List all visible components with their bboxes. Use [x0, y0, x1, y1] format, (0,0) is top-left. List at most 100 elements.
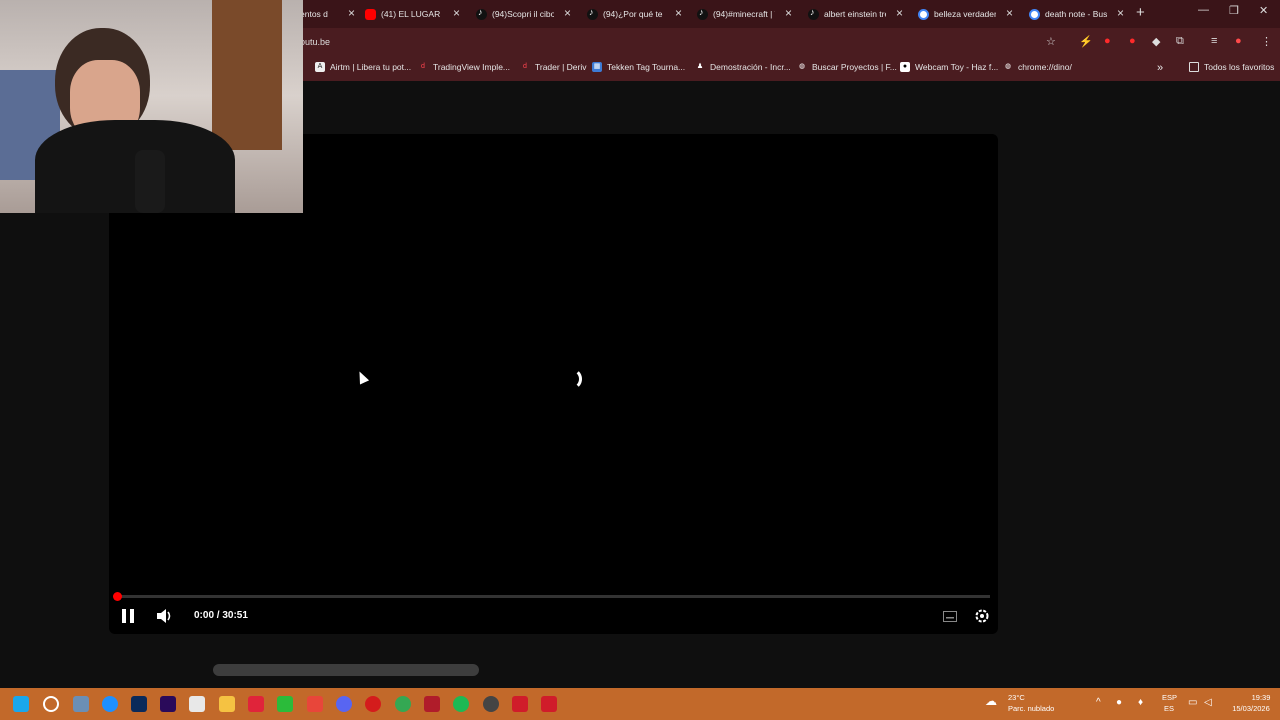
progress-scrubber[interactable]	[113, 592, 122, 601]
browser-tab[interactable]: (41) EL LUGAR M ×	[365, 4, 460, 24]
weather-temp[interactable]: 23°C	[1008, 693, 1025, 703]
webcam-bookshelf	[212, 0, 282, 150]
tab-close-icon[interactable]: ×	[564, 6, 571, 20]
premiere-icon[interactable]	[160, 696, 176, 712]
browser-tab[interactable]: (94)Scopri il cibo ×	[476, 4, 571, 24]
lang-top[interactable]: ESP	[1162, 693, 1177, 703]
chrome-icon[interactable]	[395, 696, 411, 712]
bookmark-item[interactable]: d TradingView Imple...	[418, 62, 510, 72]
tab-close-icon[interactable]: ×	[348, 6, 355, 20]
settings-button[interactable]	[974, 604, 992, 628]
tab-title: (41) EL LUGAR M	[381, 9, 443, 19]
loading-spinner-icon	[560, 368, 582, 390]
time-display: 0:00 / 30:51	[194, 610, 248, 621]
tray-app-icon[interactable]: ●	[1116, 698, 1122, 708]
mic-icon[interactable]: ♦	[1138, 698, 1143, 708]
clock-time[interactable]: 19:39	[1246, 693, 1276, 703]
app-icon[interactable]	[73, 696, 89, 712]
new-tab-icon[interactable]: +	[1136, 4, 1145, 21]
tab-title: belleza verdadera	[934, 9, 996, 19]
browser-tab[interactable]: (94)#minecraft | T ×	[697, 4, 792, 24]
gear-icon	[975, 609, 989, 623]
windows-taskbar: ☁ 23°C Parc. nublado ^ ● ♦ ESP ES ▭ ◁ 19…	[0, 688, 1280, 720]
discord-icon[interactable]	[336, 696, 352, 712]
google-icon	[918, 8, 929, 20]
bookmark-item[interactable]: ◍ Buscar Proyectos | F...	[797, 62, 897, 72]
tab-close-icon[interactable]: ×	[1006, 6, 1013, 20]
tiktok-icon	[808, 7, 819, 20]
avatar[interactable]: ●	[1235, 35, 1242, 47]
start-icon[interactable]	[13, 696, 29, 712]
chevron-up-icon[interactable]: ^	[1096, 698, 1101, 708]
bookmark-label: Webcam Toy - Haz f...	[915, 62, 999, 72]
photoshop-icon[interactable]	[131, 696, 147, 712]
obs-icon[interactable]	[483, 696, 499, 712]
network-icon[interactable]: ▭	[1188, 698, 1197, 708]
browser-tab-active[interactable]: death note - Busc ×	[1029, 4, 1124, 24]
bookmark-item[interactable]: ♟ Demostración - Incr...	[695, 62, 791, 72]
close-window-icon[interactable]: ✕	[1259, 4, 1268, 17]
extension-icon[interactable]: ●	[1104, 35, 1111, 47]
deriv-app-icon[interactable]	[248, 696, 264, 712]
tab-close-icon[interactable]: ×	[675, 6, 682, 20]
bookmark-item[interactable]: ● Webcam Toy - Haz f...	[900, 62, 998, 72]
bookmark-item[interactable]: ▦ Tekken Tag Tourna...	[592, 62, 685, 72]
subtitles-icon	[943, 610, 957, 622]
browser-tab[interactable]: albert einstein tre ×	[808, 4, 903, 24]
bookmark-item[interactable]: d Trader | Deriv	[520, 62, 586, 72]
subtitles-button[interactable]	[943, 604, 959, 628]
extension-icon[interactable]: ◆	[1152, 35, 1160, 48]
tab-close-icon[interactable]: ×	[453, 6, 460, 20]
opera-icon[interactable]	[365, 696, 381, 712]
media-icon[interactable]: ≡	[1211, 35, 1217, 47]
tiktok-icon	[587, 7, 598, 20]
app-icon[interactable]	[512, 696, 528, 712]
restore-icon[interactable]: ❐	[1229, 4, 1239, 17]
minimize-icon[interactable]: —	[1198, 4, 1209, 16]
tab-close-icon[interactable]: ×	[1117, 6, 1124, 20]
tab-close-icon[interactable]: ×	[896, 6, 903, 20]
extension-icon[interactable]: ●	[1129, 35, 1136, 47]
bookmark-item[interactable]: A Airtm | Libera tu pot...	[315, 62, 411, 72]
app-icon[interactable]	[541, 696, 557, 712]
bookmark-item[interactable]: ◍ chrome://dino/	[1003, 62, 1072, 72]
minecraft-icon[interactable]	[277, 696, 293, 712]
volume-icon	[157, 609, 171, 623]
search-icon[interactable]	[43, 696, 59, 712]
webcam-icon: ●	[900, 62, 910, 72]
voicemod-icon[interactable]	[424, 696, 440, 712]
tab-title: entos d	[300, 9, 328, 19]
address-bar[interactable]: outu.be	[300, 31, 1070, 53]
edge-icon[interactable]	[102, 696, 118, 712]
browser-tab[interactable]: entos d ×	[300, 4, 355, 24]
spotify-icon[interactable]	[453, 696, 469, 712]
more-bookmarks-icon[interactable]: »	[1157, 62, 1163, 74]
browser-tab[interactable]: belleza verdadera ×	[918, 4, 1013, 24]
puzzle-icon[interactable]: ⧉	[1176, 35, 1184, 48]
weather-desc[interactable]: Parc. nublado	[1008, 704, 1054, 714]
progress-bar[interactable]	[117, 595, 990, 598]
menu-icon[interactable]: ⋮	[1261, 35, 1272, 48]
volume-button[interactable]	[156, 604, 176, 628]
lang-bottom[interactable]: ES	[1164, 704, 1174, 714]
extension-icon[interactable]: ⚡	[1079, 35, 1093, 48]
tab-close-icon[interactable]: ×	[785, 6, 792, 20]
globe-icon: ◍	[798, 63, 806, 70]
horizontal-scrollbar[interactable]	[213, 664, 479, 676]
all-bookmarks-button[interactable]: Todos los favoritos	[1189, 62, 1274, 72]
store-icon[interactable]	[189, 696, 205, 712]
browser-tab[interactable]: (94)¿Por qué te e ×	[587, 4, 682, 24]
volume-icon[interactable]: ◁	[1204, 698, 1212, 708]
folder-icon[interactable]	[219, 696, 235, 712]
pause-button[interactable]	[122, 604, 138, 628]
webcam-overlay	[0, 0, 303, 213]
clock-date[interactable]: 15/03/2026	[1226, 704, 1276, 714]
tiktok-icon	[697, 7, 708, 20]
brave-icon[interactable]	[307, 696, 323, 712]
bookmark-label: Tekken Tag Tourna...	[607, 62, 686, 72]
demo-icon: ♟	[696, 63, 704, 70]
tab-title: death note - Busc	[1045, 9, 1107, 19]
star-icon[interactable]: ☆	[1046, 35, 1056, 48]
bookmark-label: TradingView Imple...	[433, 62, 511, 72]
folder-icon	[1189, 62, 1199, 72]
